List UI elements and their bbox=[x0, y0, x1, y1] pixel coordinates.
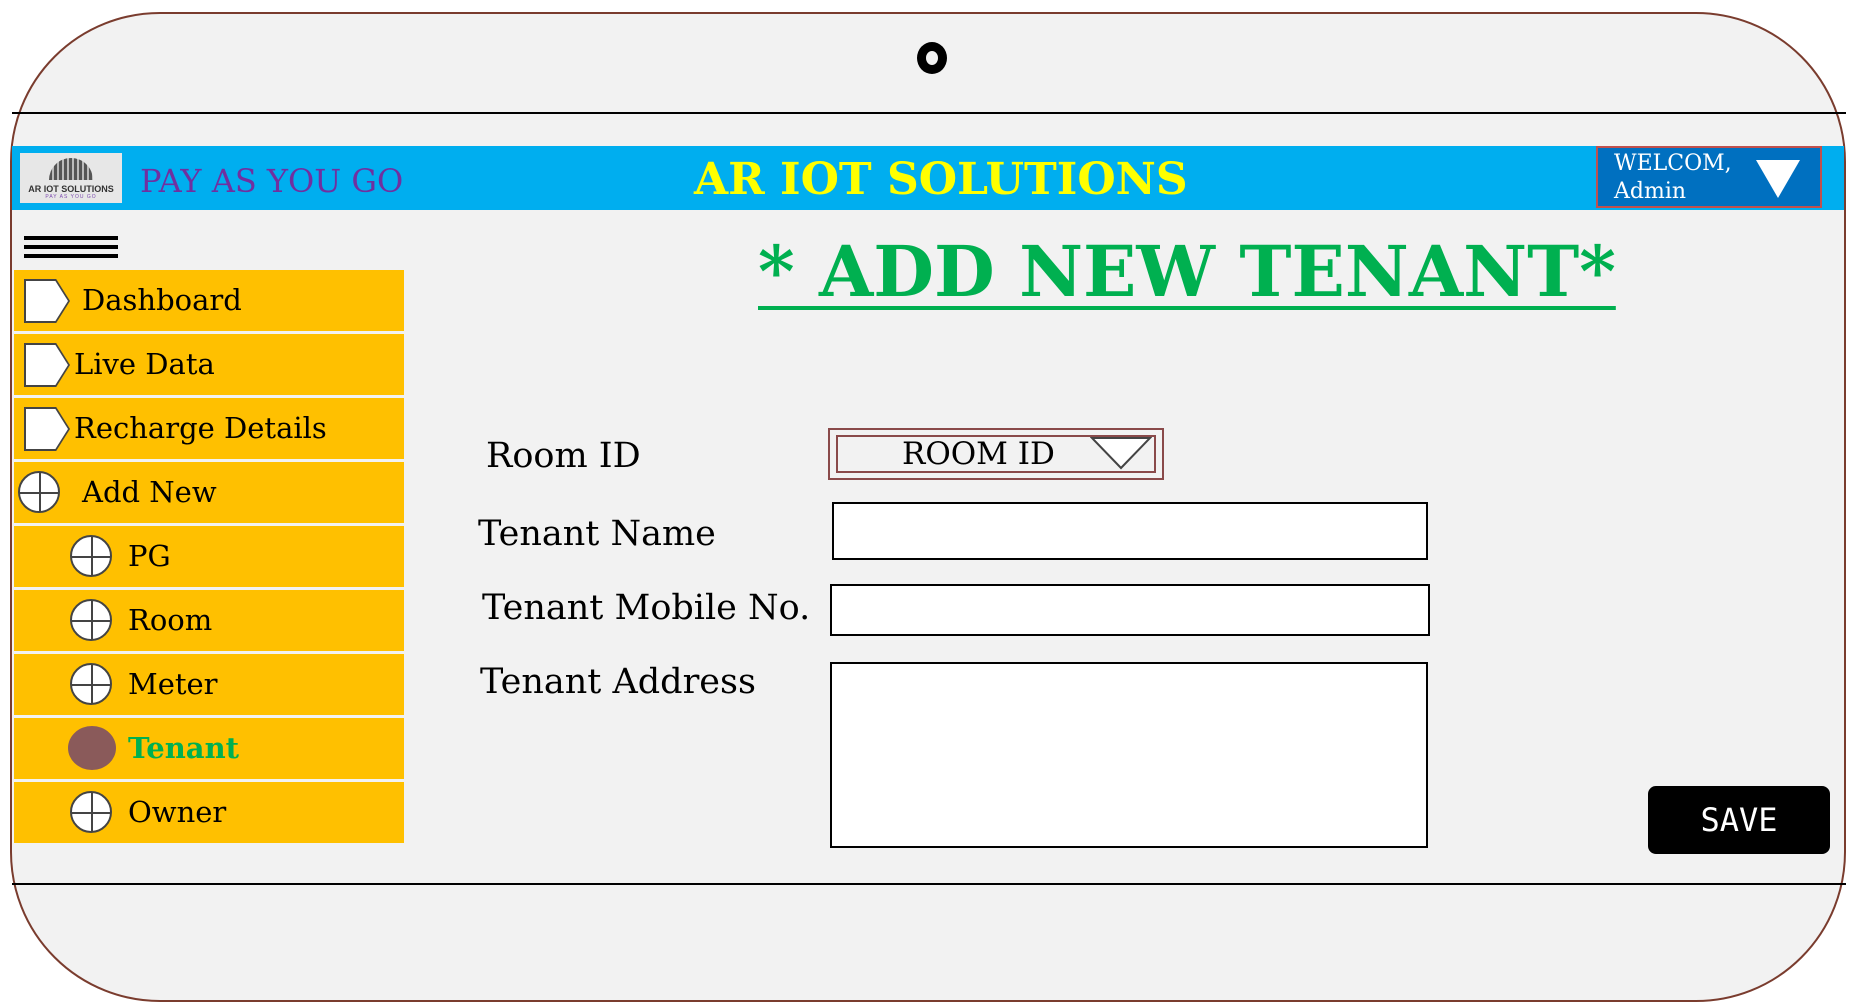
sidebar-item-add-new[interactable]: Add New bbox=[14, 462, 404, 523]
sidebar-item-room[interactable]: Room bbox=[14, 590, 404, 651]
camera-icon bbox=[917, 42, 947, 74]
bottom-divider bbox=[12, 883, 1846, 885]
sidebar-item-label: Recharge Details bbox=[74, 411, 327, 445]
add-circle-icon bbox=[70, 791, 112, 833]
logo-arc-icon bbox=[49, 158, 93, 180]
sidebar-item-recharge-details[interactable]: Recharge Details bbox=[14, 398, 404, 459]
chevron-down-icon bbox=[1090, 437, 1152, 470]
sidebar-item-label: Dashboard bbox=[82, 283, 242, 317]
sidebar-item-label: PG bbox=[128, 539, 171, 573]
add-circle-icon bbox=[70, 663, 112, 705]
sidebar-item-pg[interactable]: PG bbox=[14, 526, 404, 587]
tag-icon bbox=[26, 409, 68, 449]
sidebar-item-dashboard[interactable]: Dashboard bbox=[14, 270, 404, 331]
room-id-select[interactable]: ROOM ID bbox=[828, 428, 1164, 480]
tenant-mobile-input[interactable] bbox=[830, 584, 1430, 636]
save-button[interactable]: SAVE bbox=[1648, 786, 1830, 854]
sidebar-item-label: Meter bbox=[128, 667, 218, 701]
add-circle-icon bbox=[70, 599, 112, 641]
page-title: * ADD NEW TENANT* bbox=[758, 230, 1616, 313]
sidebar-item-tenant[interactable]: Tenant bbox=[14, 718, 404, 779]
brand-tagline: PAY AS YOU GO bbox=[140, 162, 404, 200]
add-circle-icon bbox=[70, 535, 112, 577]
sidebar: Dashboard Live Data Recharge Details Add… bbox=[14, 270, 404, 846]
sidebar-item-label: Live Data bbox=[74, 347, 215, 381]
brand-name: AR IOT SOLUTIONS bbox=[694, 154, 1188, 205]
sidebar-item-meter[interactable]: Meter bbox=[14, 654, 404, 715]
sidebar-item-label: Owner bbox=[128, 795, 227, 829]
add-circle-icon bbox=[18, 471, 60, 513]
sidebar-item-label: Tenant bbox=[128, 731, 240, 765]
sidebar-item-label: Room bbox=[128, 603, 213, 637]
top-bar: AR IOT SOLUTIONS PAY AS YOU GO PAY AS YO… bbox=[12, 146, 1844, 210]
top-divider bbox=[12, 112, 1846, 114]
tenant-address-textarea[interactable] bbox=[830, 662, 1428, 848]
tenant-name-label: Tenant Name bbox=[478, 514, 716, 554]
sidebar-item-live-data[interactable]: Live Data bbox=[14, 334, 404, 395]
room-id-label: Room ID bbox=[486, 436, 641, 476]
logo-text: AR IOT SOLUTIONS bbox=[28, 184, 114, 194]
dropdown-arrow-icon[interactable] bbox=[1756, 160, 1800, 198]
sidebar-item-label: Add New bbox=[82, 475, 217, 509]
tag-icon bbox=[26, 345, 68, 385]
filled-circle-icon bbox=[68, 726, 116, 770]
tenant-name-input[interactable] bbox=[832, 502, 1428, 560]
hamburger-menu-icon[interactable] bbox=[24, 236, 118, 260]
user-name: Admin bbox=[1614, 179, 1687, 204]
tenant-address-label: Tenant Address bbox=[480, 662, 756, 702]
sidebar-item-owner[interactable]: Owner bbox=[14, 782, 404, 843]
user-menu[interactable]: WELCOM, Admin bbox=[1596, 146, 1822, 208]
room-id-selected-value: ROOM ID bbox=[902, 436, 1055, 472]
welcome-text: WELCOM, Admin bbox=[1614, 150, 1732, 206]
company-logo: AR IOT SOLUTIONS PAY AS YOU GO bbox=[20, 153, 122, 203]
tenant-mobile-label: Tenant Mobile No. bbox=[482, 588, 811, 628]
logo-subtext: PAY AS YOU GO bbox=[45, 194, 97, 200]
tag-icon bbox=[26, 281, 68, 321]
welcome-line: WELCOM, bbox=[1614, 151, 1732, 176]
